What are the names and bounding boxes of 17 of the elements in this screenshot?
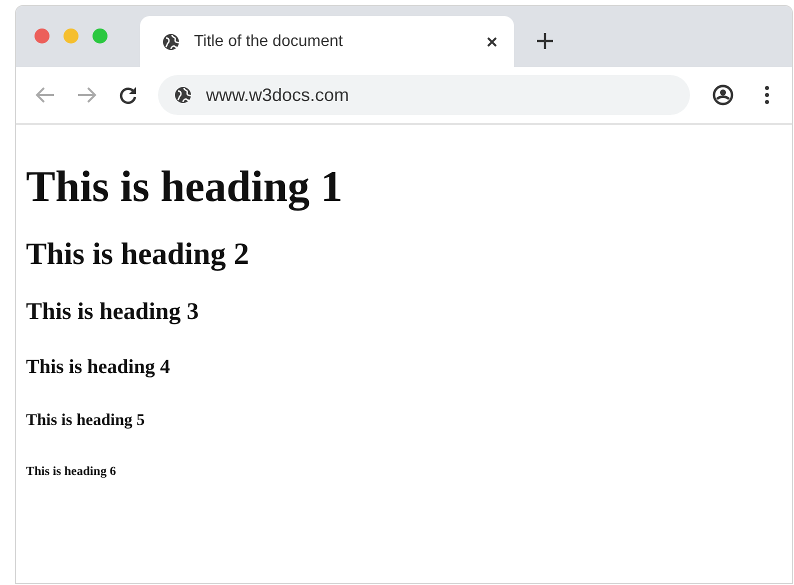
heading: This is heading 1 — [26, 163, 344, 212]
heading: This is heading 2 — [26, 237, 250, 272]
globe-icon — [162, 32, 180, 50]
close-tab-icon[interactable] — [486, 36, 498, 48]
heading: This is heading 4 — [26, 356, 171, 378]
close-window-icon[interactable] — [34, 28, 50, 44]
globe-icon — [174, 86, 192, 104]
heading: This is heading 6 — [26, 465, 117, 479]
menu-icon[interactable] — [764, 85, 770, 105]
tab-title: Title of the document — [194, 32, 344, 50]
reload-icon[interactable] — [118, 85, 138, 105]
browser-tab[interactable]: Title of the document — [140, 16, 514, 67]
heading: This is heading 5 — [26, 410, 146, 430]
account-icon[interactable] — [712, 84, 734, 106]
new-tab-icon[interactable] — [536, 32, 554, 50]
address-bar[interactable]: www.w3docs.com — [158, 75, 690, 115]
heading: This is heading 3 — [26, 299, 200, 326]
